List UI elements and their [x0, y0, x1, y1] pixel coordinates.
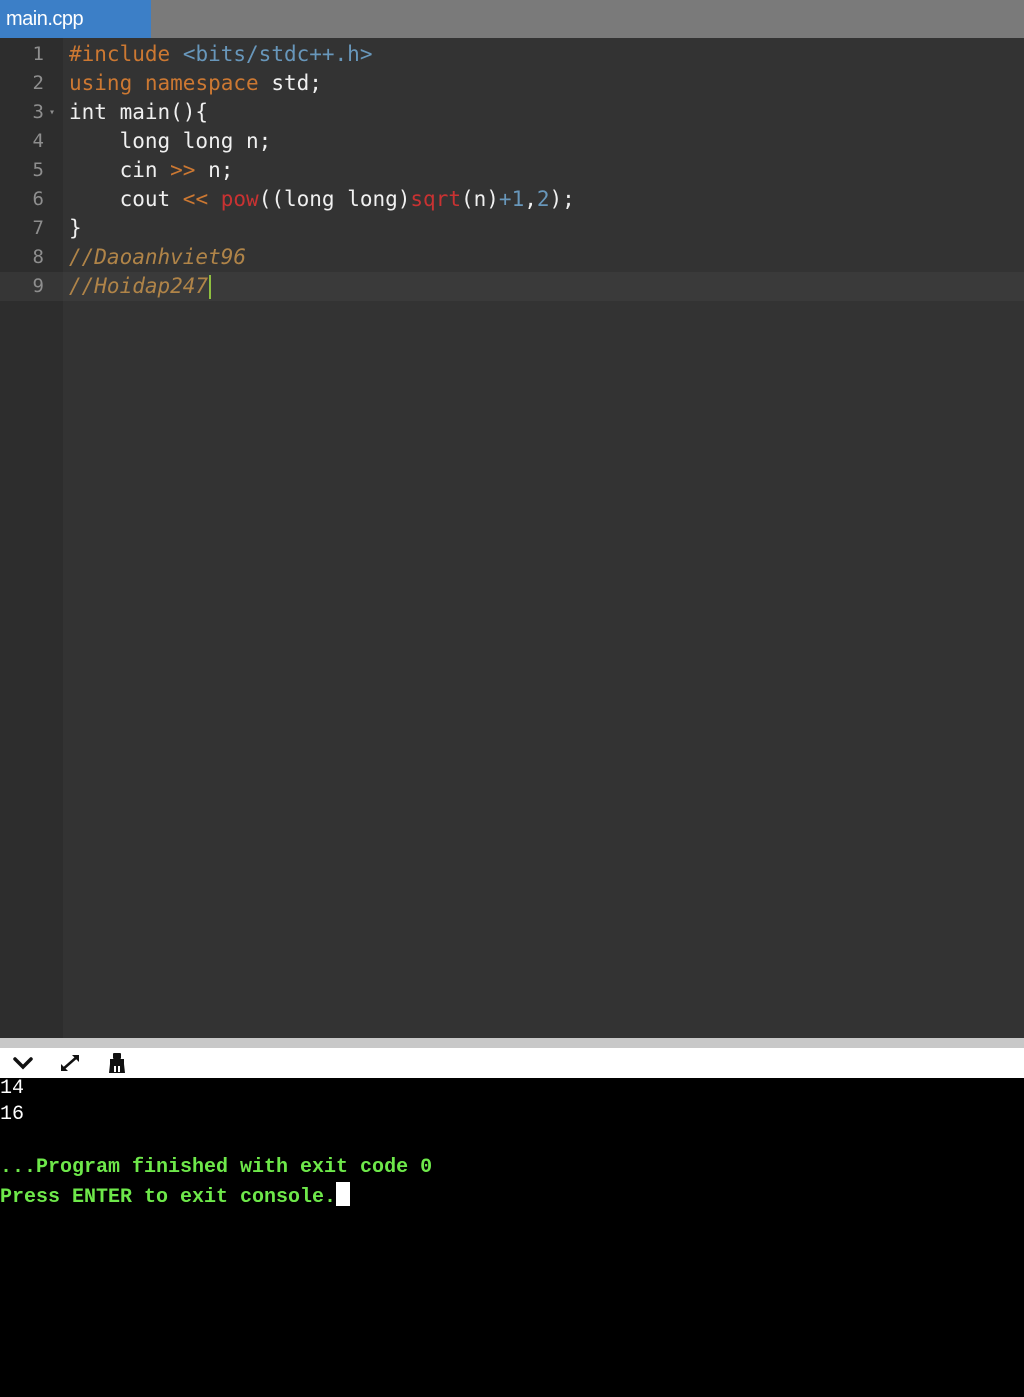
panel-splitter[interactable]: [0, 1038, 1024, 1048]
console-cursor: [336, 1182, 351, 1206]
code-text: ((long long): [258, 187, 411, 211]
code-text: cin: [69, 158, 171, 182]
namespace-name: std;: [271, 71, 322, 95]
code-line-9[interactable]: 9 //Hoidap247: [0, 272, 1024, 301]
line-number: 3: [32, 101, 44, 123]
press-enter-message-line: Press ENTER to exit console.: [0, 1182, 351, 1209]
line-number: 8: [32, 246, 44, 268]
include-header: <bits/stdc++.h>: [182, 42, 373, 66]
code-line-5[interactable]: 5 cin >> n;: [0, 156, 1024, 185]
text-caret: [209, 275, 212, 299]
code-line-7[interactable]: 7 }: [0, 214, 1024, 243]
code-line-8[interactable]: 8 //Daoanhviet96: [0, 243, 1024, 272]
line-number: 7: [32, 217, 44, 239]
code-text: n;: [195, 158, 234, 182]
tab-main-cpp[interactable]: main.cpp: [0, 0, 151, 38]
line-number: 5: [32, 159, 44, 181]
number-literal: 2: [536, 187, 550, 211]
operator: >>: [170, 158, 196, 182]
keyword-using: using: [69, 71, 133, 95]
code-text: cout: [69, 187, 183, 211]
code-text: ,: [524, 187, 537, 211]
line-number: 2: [32, 72, 44, 94]
code-text: (n): [460, 187, 499, 211]
exit-code-message: ...Program finished with exit code 0: [0, 1156, 433, 1179]
expand-icon[interactable]: [57, 1050, 83, 1076]
console-output-line: 14: [0, 1077, 25, 1100]
line-number: 1: [32, 43, 44, 65]
code-editor[interactable]: 1 #include <bits/stdc++.h> 2 using names…: [0, 38, 1024, 1038]
tab-bar: main.cpp: [0, 0, 1024, 38]
code-line-3[interactable]: 3 ▾ int main(){: [0, 98, 1024, 127]
console-output[interactable]: 14 16 ...Program finished with exit code…: [0, 1077, 1024, 1397]
code-line-2[interactable]: 2 using namespace std;: [0, 69, 1024, 98]
function-sqrt: sqrt: [410, 187, 461, 211]
console-toolbar: [0, 1048, 1024, 1078]
line-number: 6: [32, 188, 44, 210]
line-number: 9: [32, 275, 44, 297]
function-pow: pow: [220, 187, 259, 211]
console-output-line: 16: [0, 1103, 25, 1126]
include-directive: #include: [69, 42, 171, 66]
press-enter-message: Press ENTER to exit console.: [0, 1186, 337, 1209]
code-comment: //Hoidap247: [69, 274, 209, 298]
number-literal: +1: [498, 187, 525, 211]
keyword-namespace: namespace: [144, 71, 259, 95]
code-comment: //Daoanhviet96: [69, 245, 247, 269]
clear-console-icon[interactable]: [104, 1050, 130, 1076]
fold-toggle-icon[interactable]: ▾: [49, 98, 55, 127]
code-text: long long n;: [69, 129, 272, 153]
chevron-down-icon[interactable]: [10, 1050, 36, 1076]
code-text: );: [549, 187, 575, 211]
code-text: }: [69, 216, 82, 240]
operator: <<: [182, 187, 209, 211]
line-number: 4: [32, 130, 44, 152]
code-line-6[interactable]: 6 cout << pow((long long)sqrt(n)+1,2);: [0, 185, 1024, 214]
code-line-4[interactable]: 4 long long n;: [0, 127, 1024, 156]
code-line-1[interactable]: 1 #include <bits/stdc++.h>: [0, 40, 1024, 69]
code-text: int main(){: [69, 100, 209, 124]
